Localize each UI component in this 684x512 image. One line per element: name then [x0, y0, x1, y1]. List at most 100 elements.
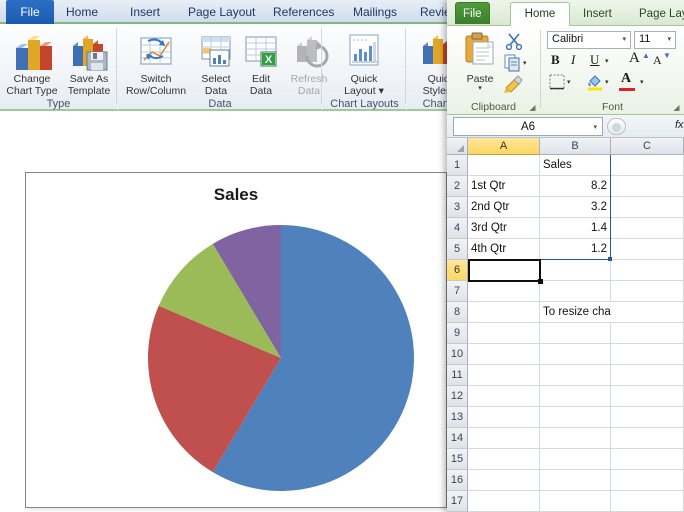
underline-button[interactable]: U — [590, 52, 599, 68]
row-header-13[interactable]: 13 — [447, 407, 468, 428]
cell-C5[interactable] — [611, 239, 684, 260]
switch-row-column-button[interactable]: Switch Row/Column — [122, 32, 190, 97]
bold-button[interactable]: B — [551, 52, 560, 68]
font-dialog-launcher[interactable]: ◢ — [672, 103, 681, 112]
copy-dropdown-arrow[interactable]: ▾ — [523, 59, 527, 67]
cell-B11[interactable] — [540, 365, 611, 386]
cell-A10[interactable] — [468, 344, 540, 365]
row-header-9[interactable]: 9 — [447, 323, 468, 344]
select-all-corner[interactable] — [447, 138, 468, 155]
font-name-combobox[interactable]: Calibri ▾ — [547, 31, 631, 49]
cell-A5[interactable]: 4th Qtr — [468, 239, 540, 260]
font-color-dropdown-arrow[interactable]: ▾ — [640, 78, 644, 86]
cell-C7[interactable] — [611, 281, 684, 302]
column-header-a[interactable]: A — [468, 138, 540, 155]
row-header-8[interactable]: 8 — [447, 302, 468, 323]
insert-function-icon[interactable]: fx — [675, 119, 684, 131]
borders-icon[interactable] — [549, 74, 565, 95]
cell-C2[interactable] — [611, 176, 684, 197]
underline-dropdown-arrow[interactable]: ▾ — [605, 57, 609, 65]
row-header-10[interactable]: 10 — [447, 344, 468, 365]
cell-A4[interactable]: 3rd Qtr — [468, 218, 540, 239]
edit-data-button[interactable]: X Edit Data — [240, 32, 282, 97]
cell-B15[interactable] — [540, 449, 611, 470]
cell-B12[interactable] — [540, 386, 611, 407]
word-tab-file[interactable]: File — [6, 0, 54, 24]
fill-color-icon[interactable] — [586, 73, 604, 96]
cell-B14[interactable] — [540, 428, 611, 449]
grow-font-button[interactable]: A — [629, 50, 640, 67]
formula-bar-expand[interactable] — [607, 118, 626, 135]
cell-B9[interactable] — [540, 323, 611, 344]
cell-A8[interactable] — [468, 302, 540, 323]
row-header-4[interactable]: 4 — [447, 218, 468, 239]
select-data-button[interactable]: Select Data — [194, 32, 238, 97]
fill-color-dropdown-arrow[interactable]: ▾ — [605, 78, 609, 86]
word-tab-page-layout[interactable]: Page Layout — [180, 1, 263, 24]
borders-dropdown-arrow[interactable]: ▾ — [567, 78, 571, 86]
word-tab-mailings[interactable]: Mailings — [345, 1, 405, 24]
excel-tab-file[interactable]: File — [455, 2, 490, 24]
cell-C16[interactable] — [611, 470, 684, 491]
cell-B3[interactable]: 3.2 — [540, 197, 611, 218]
row-header-14[interactable]: 14 — [447, 428, 468, 449]
font-size-dropdown-arrow[interactable]: ▾ — [667, 37, 671, 43]
row-header-12[interactable]: 12 — [447, 386, 468, 407]
row-header-7[interactable]: 7 — [447, 281, 468, 302]
pie-chart[interactable] — [146, 223, 416, 493]
change-chart-type-button[interactable]: Change Chart Type — [4, 32, 60, 97]
cell-A16[interactable] — [468, 470, 540, 491]
cell-B5[interactable]: 1.2 — [540, 239, 611, 260]
cell-C8[interactable] — [611, 302, 684, 323]
paste-button[interactable]: Paste ▾ — [457, 30, 503, 92]
word-tab-insert[interactable]: Insert — [122, 1, 168, 24]
cell-C17[interactable] — [611, 491, 684, 512]
paste-dropdown-arrow[interactable]: ▾ — [457, 85, 503, 92]
excel-worksheet-grid[interactable]: A B C 1Sales21st Qtr8.232nd Qtr3.243rd Q… — [447, 138, 684, 512]
clipboard-dialog-launcher[interactable]: ◢ — [528, 103, 537, 112]
row-header-2[interactable]: 2 — [447, 176, 468, 197]
excel-tab-page-layout[interactable]: Page Lay — [632, 3, 684, 26]
cell-B4[interactable]: 1.4 — [540, 218, 611, 239]
cell-C3[interactable] — [611, 197, 684, 218]
save-as-template-button[interactable]: Save As Template — [62, 32, 116, 97]
row-header-17[interactable]: 17 — [447, 491, 468, 512]
row-header-1[interactable]: 1 — [447, 155, 468, 176]
column-header-c[interactable]: C — [611, 138, 684, 155]
cell-B1[interactable]: Sales — [540, 155, 611, 176]
cell-C15[interactable] — [611, 449, 684, 470]
row-header-15[interactable]: 15 — [447, 449, 468, 470]
cell-C10[interactable] — [611, 344, 684, 365]
cell-C4[interactable] — [611, 218, 684, 239]
font-color-icon[interactable]: A — [621, 71, 631, 87]
row-header-3[interactable]: 3 — [447, 197, 468, 218]
cell-B8[interactable]: To resize chart data — [540, 302, 611, 323]
row-header-16[interactable]: 16 — [447, 470, 468, 491]
name-box-dropdown-arrow[interactable]: ▾ — [593, 125, 597, 131]
cell-C11[interactable] — [611, 365, 684, 386]
cell-B17[interactable] — [540, 491, 611, 512]
row-header-11[interactable]: 11 — [447, 365, 468, 386]
excel-tab-home[interactable]: Home — [510, 2, 570, 27]
cell-A3[interactable]: 2nd Qtr — [468, 197, 540, 218]
cell-C13[interactable] — [611, 407, 684, 428]
font-size-combobox[interactable]: 11 ▾ — [634, 31, 676, 49]
column-header-b[interactable]: B — [540, 138, 611, 155]
font-name-dropdown-arrow[interactable]: ▾ — [622, 37, 626, 43]
format-painter-icon[interactable] — [503, 74, 525, 99]
word-tab-home[interactable]: Home — [58, 1, 106, 24]
cut-icon[interactable] — [505, 32, 523, 55]
cell-A1[interactable] — [468, 155, 540, 176]
cell-B6[interactable] — [540, 260, 611, 281]
cell-A15[interactable] — [468, 449, 540, 470]
cell-A9[interactable] — [468, 323, 540, 344]
chart-object[interactable]: Sales — [25, 172, 447, 508]
cell-B2[interactable]: 8.2 — [540, 176, 611, 197]
cell-A13[interactable] — [468, 407, 540, 428]
active-cell-fill-handle[interactable] — [538, 279, 543, 284]
name-box[interactable]: A6 ▾ — [453, 117, 603, 136]
cell-C9[interactable] — [611, 323, 684, 344]
cell-A11[interactable] — [468, 365, 540, 386]
italic-button[interactable]: I — [571, 52, 575, 68]
cell-A7[interactable] — [468, 281, 540, 302]
